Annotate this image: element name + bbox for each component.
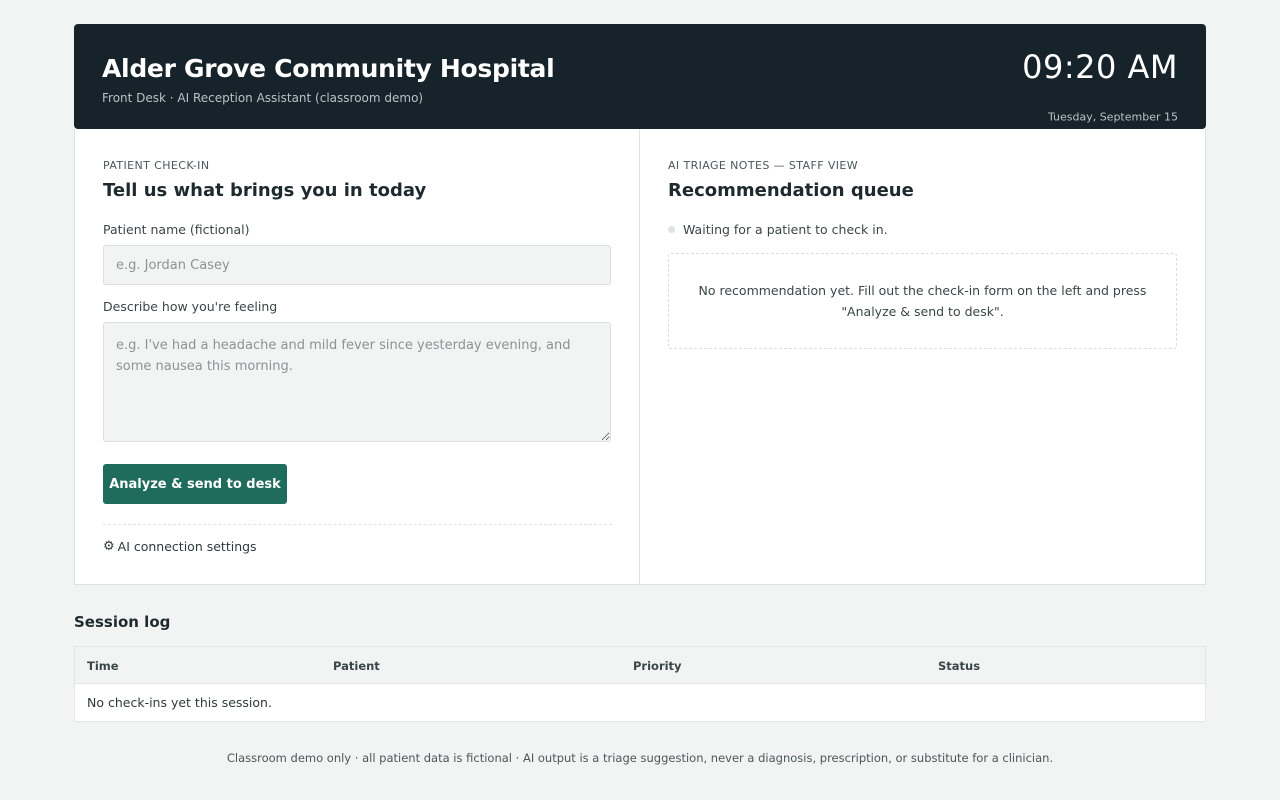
status-dot-icon bbox=[668, 226, 675, 233]
header-subtitle: Front Desk · AI Reception Assistant (cla… bbox=[102, 91, 424, 105]
patient-name-label: Patient name (fictional) bbox=[103, 222, 250, 237]
triage-panel: AI triage notes — staff view Recommendat… bbox=[640, 129, 1206, 584]
patient-name-input[interactable] bbox=[103, 245, 611, 285]
clock-time: 09:20 AM bbox=[1022, 48, 1178, 86]
checkin-eyebrow: Patient check-in bbox=[103, 159, 210, 172]
column-header-patient: Patient bbox=[333, 659, 380, 673]
column-header-time: Time bbox=[87, 659, 119, 673]
column-header-priority: Priority bbox=[633, 659, 682, 673]
triage-status-text: Waiting for a patient to check in. bbox=[683, 222, 888, 237]
ai-settings-toggle[interactable]: ⚙ AI connection settings bbox=[103, 539, 257, 554]
app-header: Alder Grove Community Hospital Front Des… bbox=[74, 24, 1206, 129]
feeling-textarea[interactable] bbox=[103, 322, 611, 442]
session-log-table: Time Patient Priority Status No check-in… bbox=[74, 646, 1206, 722]
session-log-empty-text: No check-ins yet this session. bbox=[87, 695, 272, 710]
gear-icon: ⚙ bbox=[103, 539, 115, 554]
session-log-header-row: Time Patient Priority Status bbox=[75, 647, 1205, 684]
triage-eyebrow: AI triage notes — staff view bbox=[668, 159, 859, 172]
main-panels: Patient check-in Tell us what brings you… bbox=[74, 129, 1206, 585]
recommendation-empty-text: No recommendation yet. Fill out the chec… bbox=[698, 283, 1147, 319]
form-divider bbox=[103, 524, 612, 525]
hospital-title: Alder Grove Community Hospital bbox=[102, 54, 555, 83]
session-log-empty-row: No check-ins yet this session. bbox=[75, 684, 1205, 721]
feeling-label: Describe how you're feeling bbox=[103, 299, 278, 314]
checkin-panel: Patient check-in Tell us what brings you… bbox=[75, 129, 640, 584]
clock-date: Tuesday, September 15 bbox=[1047, 110, 1178, 124]
column-header-status: Status bbox=[938, 659, 981, 673]
recommendation-empty-state: No recommendation yet. Fill out the chec… bbox=[668, 253, 1177, 349]
checkin-heading: Tell us what brings you in today bbox=[103, 180, 427, 201]
triage-status: Waiting for a patient to check in. bbox=[668, 222, 888, 237]
ai-settings-label: AI connection settings bbox=[117, 539, 257, 554]
analyze-send-button[interactable]: Analyze & send to desk bbox=[103, 464, 287, 504]
session-log-title: Session log bbox=[74, 613, 171, 631]
footer-disclaimer: Classroom demo only · all patient data i… bbox=[226, 751, 1054, 765]
triage-heading: Recommendation queue bbox=[668, 180, 914, 201]
